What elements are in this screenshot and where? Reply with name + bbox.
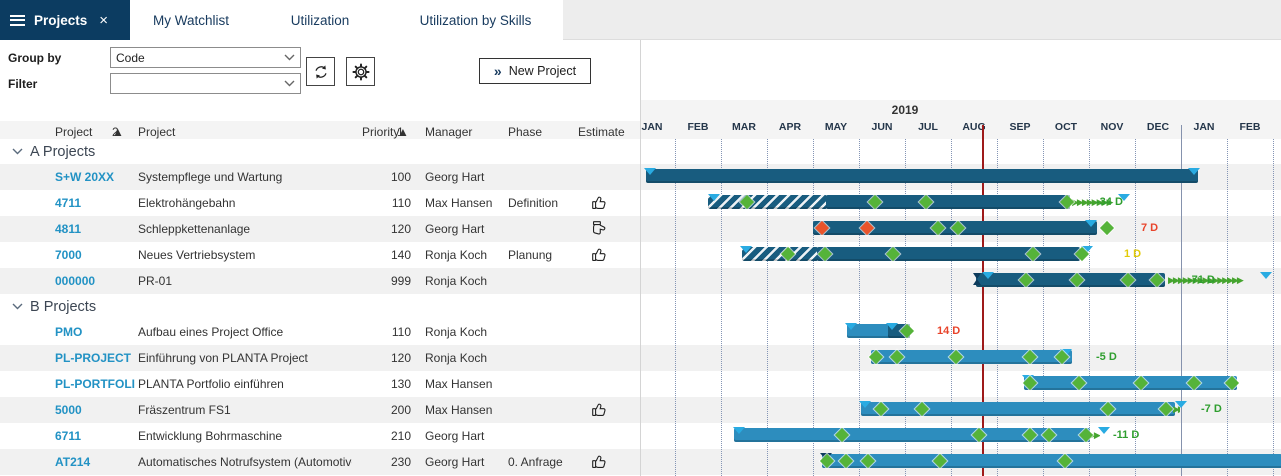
baseline-triangle-icon: [1260, 272, 1272, 279]
gantt-bar[interactable]: [1024, 376, 1237, 390]
baseline-triangle-icon: [886, 323, 898, 330]
milestone-diamond[interactable]: [1100, 221, 1114, 235]
gantt-bar[interactable]: [817, 247, 1080, 261]
duration-label: -11 D: [1113, 429, 1139, 441]
baseline-triangle-icon: [845, 323, 857, 330]
baseline-triangle-icon: [859, 401, 871, 408]
baseline-triangle-icon: [1085, 220, 1097, 227]
duration-label: 1 D: [1124, 248, 1141, 260]
baseline-triangle-icon: [733, 427, 745, 434]
duration-label: 14 D: [937, 325, 960, 337]
constraint-marker-icon: [973, 273, 981, 285]
gantt-bar[interactable]: [861, 402, 1175, 416]
baseline-triangle-icon: [1188, 168, 1200, 175]
baseline-triangle-icon: [708, 194, 720, 201]
panel-divider: [640, 40, 641, 476]
duration-label: -34 D: [1096, 196, 1123, 208]
duration-label: -5 D: [1096, 351, 1117, 363]
duration-label: -7 D: [1201, 403, 1222, 415]
gantt-bar[interactable]: [822, 454, 1281, 468]
overrun-chevrons: ▶▶▶▶▶▶▶▶▶▶▶▶▶▶▶: [1168, 275, 1264, 286]
gantt-bar[interactable]: [708, 195, 827, 209]
gantt-bar[interactable]: [646, 169, 1198, 183]
baseline-triangle-icon: [1175, 401, 1187, 408]
duration-label: 7 D: [1141, 222, 1158, 234]
gantt-bar[interactable]: [826, 195, 1070, 209]
duration-label: -71 D: [1188, 274, 1215, 286]
baseline-triangle-icon: [644, 168, 656, 175]
baseline-triangle-icon: [1098, 427, 1110, 434]
baseline-triangle-icon: [740, 246, 752, 253]
planta-project-window: Projects × My Watchlist Utilization Util…: [0, 0, 1281, 476]
baseline-triangle-icon: [982, 272, 994, 279]
